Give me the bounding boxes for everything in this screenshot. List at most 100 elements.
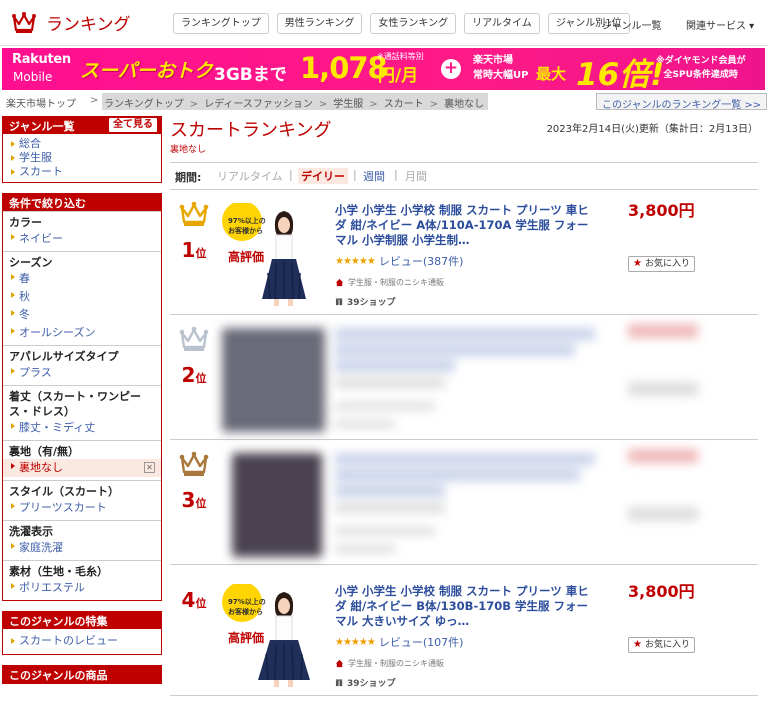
rank-number: 4位 (170, 588, 218, 612)
star-icon: ★ (633, 258, 642, 269)
breadcrumb-top[interactable]: 楽天市場トップ (6, 95, 76, 110)
ranking-item-blurred: 3位 (170, 441, 758, 565)
filter-box: 条件で絞り込む カラー ネイビー シーズン 春 秋 冬 オールシーズン アパレル… (2, 193, 162, 601)
genre-box-title: ジャンル一覧 (9, 120, 75, 133)
feature-box: このジャンルの特集 スカートのレビュー (2, 611, 162, 655)
clear-filter-icon[interactable]: ✕ (144, 462, 155, 473)
breadcrumb-separator: > (369, 99, 378, 110)
tab-realtime[interactable]: リアルタイム (464, 13, 540, 34)
period-separator: | (394, 168, 398, 181)
breadcrumb-separator: > (189, 99, 199, 110)
breadcrumb-separator: > (429, 99, 439, 110)
product-name-link[interactable]: 小学 小学生 小学校 制服 スカート プリーツ 車ヒダ 紺/ネイビー B体/13… (335, 584, 595, 629)
banner-multiplier: 16倍! (576, 57, 665, 90)
breadcrumb-path: ランキングトップ > レディースファッション > 学生服 > スカート > 裏地なし (102, 93, 489, 110)
review-link[interactable]: レビュー(387件) (379, 253, 464, 269)
thumb-text: 高評価 (228, 250, 265, 264)
thumb-text: 高評価 (228, 631, 265, 645)
filter-option[interactable]: 冬 (3, 306, 161, 324)
tab-female-ranking[interactable]: 女性ランキング (370, 13, 457, 34)
filter-option[interactable]: プリーツスカート (3, 499, 161, 517)
home-icon (335, 659, 344, 668)
breadcrumb-item[interactable]: スカート (384, 99, 424, 110)
period-tab-daily[interactable]: デイリー (298, 168, 348, 184)
star-rating-icon: ★★★★★ (335, 636, 376, 648)
favorite-button[interactable]: ★ お気に入り (628, 256, 695, 272)
filter-option[interactable]: 家庭洗濯 (3, 539, 161, 557)
filter-option[interactable]: 秋 (3, 288, 161, 306)
related-services-menu[interactable]: 関連サービス ▾ (686, 17, 754, 32)
shop-count[interactable]: 39ショップ (335, 295, 396, 308)
filter-title: 裏地（有/無） (9, 445, 80, 458)
filter-option[interactable]: ネイビー (3, 230, 161, 248)
blurred-content (222, 316, 758, 440)
blurred-content (222, 441, 758, 565)
silver-crown-icon (179, 326, 209, 351)
promo-banner[interactable]: Rakuten Mobile スーパーおトク 3GBまで 1,078 ※通話料等… (2, 48, 765, 90)
star-rating-icon: ★★★★★ (335, 255, 376, 267)
breadcrumb: 楽天市場トップ > ランキングトップ > レディースファッション > 学生服 > スカート >… (0, 93, 768, 111)
filter-title: 素材（生地・毛糸） (9, 565, 108, 578)
period-tab-monthly[interactable]: 月間 (405, 168, 427, 184)
breadcrumb-item[interactable]: 学生服 (333, 99, 363, 110)
banner-condition: ※ダイヤモンド会員が 全SPU条件達成時 (656, 54, 745, 82)
breadcrumb-item[interactable]: ランキングトップ (104, 99, 184, 110)
genre-link[interactable]: 学生服 (3, 151, 161, 165)
filter-section: 素材（生地・毛糸） ポリエステル (3, 560, 161, 600)
banner-campaign: スーパーおトク (80, 60, 213, 82)
shop-name-label: 学生服・制服のニシキ通販 (348, 278, 444, 287)
site-header: ランキング ランキングトップ 男性ランキング 女性ランキング リアルタイム ジャ… (0, 0, 768, 46)
period-tab-weekly[interactable]: 週間 (363, 168, 385, 184)
breadcrumb-item[interactable]: レディースファッション (204, 99, 313, 110)
see-all-button[interactable]: 全て見る (109, 118, 157, 132)
product-name-link[interactable]: 小学 小学生 小学校 制服 スカート プリーツ 車ヒダ 紺/ネイビー A体/11… (335, 203, 595, 248)
tab-male-ranking[interactable]: 男性ランキング (276, 13, 363, 34)
filter-option[interactable]: プラス (3, 364, 161, 382)
shop-name[interactable]: 学生服・制服のニシキ通販 (335, 658, 444, 669)
rank-value: 2 (181, 363, 196, 387)
filter-option[interactable]: ポリエステル (3, 579, 161, 597)
favorite-label: お気に入り (644, 640, 690, 650)
period-tab-realtime[interactable]: リアルタイム (217, 168, 283, 184)
rank-value: 3 (181, 488, 196, 512)
feature-link[interactable]: スカートのレビュー (3, 634, 161, 648)
filter-title: 着丈（スカート・ワンピース・ドレス） (9, 390, 141, 418)
banner-condition-line2: 全SPU条件達成時 (663, 70, 738, 80)
period-label: 期間: (175, 171, 202, 184)
filter-title: シーズン (9, 256, 53, 269)
genre-ranking-list-link[interactable]: このジャンルのランキング一覧 >> (596, 93, 768, 111)
product-image[interactable]: 97%以上の お客様から 高評価 (222, 584, 325, 688)
genre-box-header: ジャンル一覧 全て見る (3, 116, 161, 134)
favorite-button[interactable]: ★ お気に入り (628, 637, 695, 653)
shops-icon (335, 297, 343, 305)
product-image[interactable]: 97%以上の お客様から 高評価 (222, 203, 325, 307)
shop-name-label: 学生服・制服のニシキ通販 (348, 659, 444, 668)
filter-option[interactable]: 膝丈・ミディ丈 (3, 419, 161, 437)
period-tabs: 期間: リアルタイム | デイリー | 週間 | 月間 (170, 162, 758, 190)
review-link[interactable]: レビュー(107件) (379, 634, 464, 650)
period-separator: | (353, 168, 357, 181)
ranking-logo[interactable]: ランキング (12, 10, 131, 35)
shops-icon (335, 678, 343, 686)
banner-gb: 3GBまで (214, 65, 287, 85)
filter-option[interactable]: 春 (3, 270, 161, 288)
tab-ranking-top[interactable]: ランキングトップ (173, 13, 269, 34)
page-title: スカートランキング (170, 120, 332, 141)
rank-suffix: 位 (195, 497, 207, 510)
shop-name[interactable]: 学生服・制服のニシキ通販 (335, 277, 444, 288)
genre-link[interactable]: スカート (3, 165, 161, 179)
gold-crown-icon (179, 201, 209, 226)
rank-suffix: 位 (195, 372, 207, 385)
genre-link[interactable]: 総合 (3, 137, 161, 151)
price: 3,800円 (628, 582, 695, 601)
breadcrumb-separator: > (318, 99, 328, 110)
banner-condition-line1: ※ダイヤモンド会員が (656, 56, 746, 66)
ranking-item: 1位 97%以上の お客様から 高評価 小学 小学生 小学校 制服 スカート プ… (170, 191, 758, 315)
banner-price: 1,078 (300, 51, 388, 85)
banner-brand: Rakuten (12, 52, 71, 67)
shop-count[interactable]: 39ショップ (335, 676, 396, 689)
filter-option-active[interactable]: 裏地なし ✕ (3, 459, 161, 477)
filter-option[interactable]: オールシーズン (3, 324, 161, 342)
filter-section: アパレルサイズタイプ プラス (3, 345, 161, 385)
genre-list-link[interactable]: ジャンル一覧 (602, 17, 662, 32)
